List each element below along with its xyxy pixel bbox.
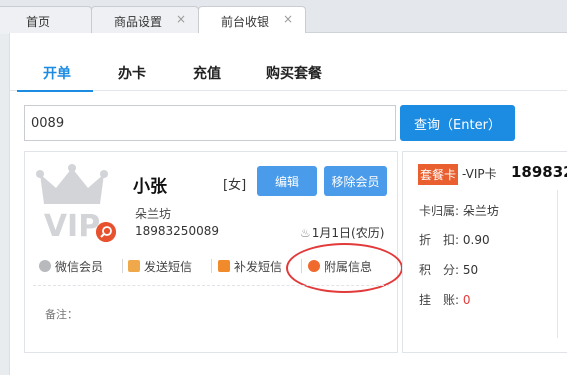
card-kind: -VIP卡 (462, 167, 497, 181)
card-number: 189832 (511, 163, 567, 181)
active-tab-indicator (17, 90, 93, 92)
subtab-open-order[interactable]: 开单 (43, 63, 71, 83)
points-row: 积 分: 50 (419, 261, 478, 278)
discount-label: 折 扣: (419, 233, 460, 247)
points-label: 积 分: (419, 263, 460, 277)
close-icon[interactable]: × (176, 12, 186, 26)
member-name: 小张 (133, 177, 167, 197)
card-info-panel: 套餐卡 -VIP卡 189832 卡归属: 朵兰坊 折 扣: 0.90 积 分:… (402, 151, 567, 353)
subtab-new-card[interactable]: 办卡 (118, 63, 146, 83)
sms-icon (128, 260, 140, 272)
search-member-icon[interactable] (96, 222, 116, 242)
send-sms-label: 发送短信 (144, 260, 193, 274)
card-owner-row: 卡归属: 朵兰坊 (419, 202, 499, 219)
search-button[interactable]: 查询（Enter） (400, 105, 515, 141)
subtab-buy-package[interactable]: 购买套餐 (266, 63, 322, 83)
wechat-member-label: 微信会员 (55, 260, 104, 274)
member-shop: 朵兰坊 (135, 207, 172, 221)
tab-front-checkout[interactable]: 前台收银 × (198, 6, 306, 34)
remove-member-button[interactable]: 移除会员 (324, 166, 387, 196)
card-owner-value: 朵兰坊 (462, 204, 499, 218)
discount-value: 0.90 (462, 233, 490, 247)
points-value: 50 (462, 263, 479, 277)
credit-label: 挂 账: (419, 293, 460, 307)
resend-sms-label: 补发短信 (234, 260, 283, 274)
subtab-recharge[interactable]: 充值 (193, 63, 221, 83)
note-label: 备注： (45, 308, 78, 321)
card-type-badge: 套餐卡 (418, 164, 459, 185)
main-panel: 开单 办卡 充值 购买套餐 查询（Enter） VIP 小张 [女] 编辑 移除… (9, 33, 567, 375)
member-phone: 18983250089 (135, 224, 219, 238)
member-gender: [女] (223, 178, 247, 193)
cake-icon: ♨ (300, 226, 311, 240)
column-divider (557, 190, 558, 338)
credit-row: 挂 账: 0 (419, 291, 471, 308)
tab-home-label: 首页 (26, 15, 51, 29)
top-tab-bar: 首页 商品设置 × 前台收银 × (0, 0, 567, 34)
vip-logo-text: VIP (44, 209, 100, 242)
action-divider (211, 259, 212, 273)
member-card: VIP 小张 [女] 编辑 移除会员 朵兰坊 18983250089 ♨1月1日… (24, 151, 403, 353)
sub-tab-bar: 开单 办卡 充值 购买套餐 (10, 55, 567, 92)
wechat-icon (39, 260, 51, 272)
credit-value: 0 (462, 293, 471, 307)
tab-home[interactable]: 首页 (0, 6, 92, 34)
card-divider (33, 285, 389, 286)
wechat-member-action[interactable]: 微信会员 (39, 258, 103, 275)
member-birthday: ♨1月1日(农历) (300, 224, 384, 241)
edit-member-button[interactable]: 编辑 (257, 166, 317, 196)
birthday-value: 1月1日(农历) (311, 226, 385, 240)
close-icon[interactable]: × (283, 12, 293, 26)
card-owner-label: 卡归属: (419, 204, 460, 218)
tab-goods-settings[interactable]: 商品设置 × (91, 6, 199, 34)
action-divider (122, 259, 123, 273)
resend-sms-icon (218, 260, 230, 272)
discount-row: 折 扣: 0.90 (419, 231, 490, 248)
member-search-input[interactable] (24, 105, 396, 141)
send-sms-action[interactable]: 发送短信 (128, 258, 192, 275)
resend-sms-action[interactable]: 补发短信 (218, 258, 282, 275)
